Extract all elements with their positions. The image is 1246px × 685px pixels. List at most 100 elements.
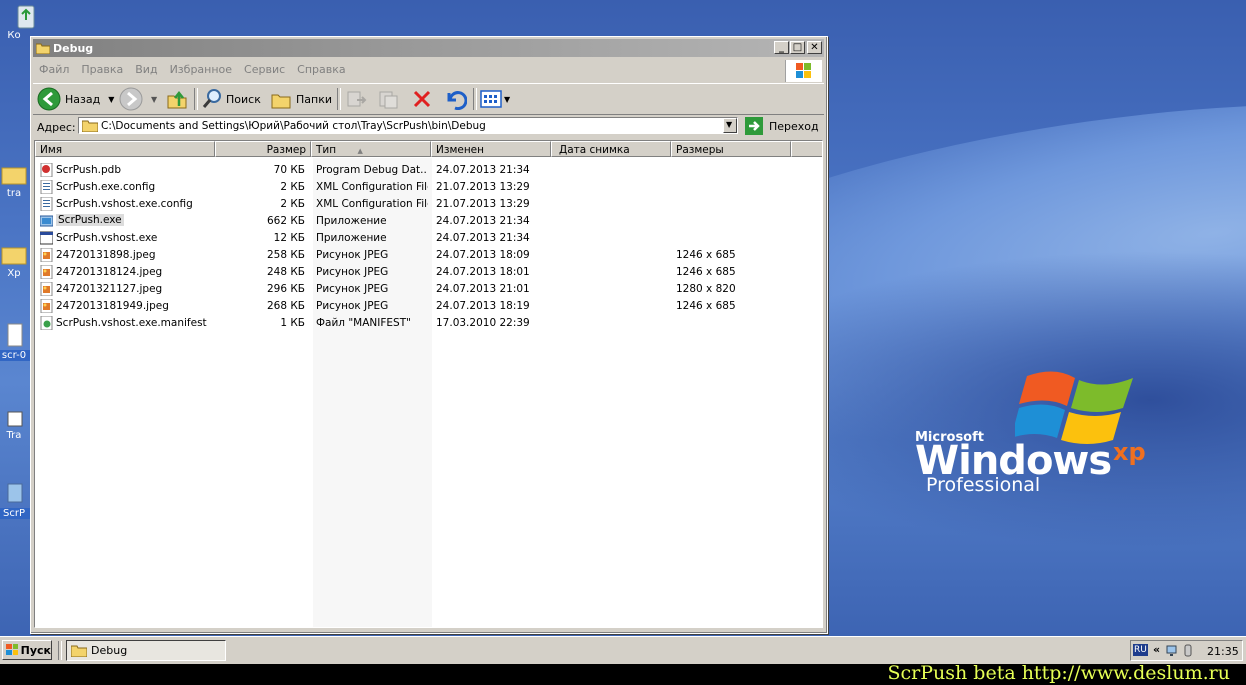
file-row[interactable]: ScrPush.vshost.exe.config 2 КБ XML Configu… (35, 196, 822, 213)
file-size: 662 КБ (266, 215, 305, 227)
column-header-name[interactable]: Имя (35, 141, 215, 157)
desktop-icon-label: tra (6, 188, 22, 199)
toolbar-separator (337, 88, 341, 110)
network-icon[interactable] (1166, 644, 1178, 660)
menu-view[interactable]: Вид (129, 59, 163, 80)
jpeg-file-icon (40, 298, 53, 314)
file-row[interactable]: ScrPush.vshost.exe 12 КБ Приложение 24.07.2… (35, 230, 822, 247)
menu-help[interactable]: Справка (291, 59, 351, 80)
folders-button[interactable]: Папки (270, 87, 332, 111)
watermark-strip: ScrPush beta http://www.deslum.ru (0, 662, 1246, 685)
language-indicator[interactable]: RU (1133, 644, 1148, 656)
menu-bar: Файл Правка Вид Избранное Сервис Справка (33, 59, 824, 82)
jpeg-file-icon (40, 247, 53, 263)
menu-file[interactable]: Файл (33, 59, 75, 80)
maximize-button[interactable]: □ (790, 41, 805, 54)
column-header-size[interactable]: Размер (215, 141, 311, 157)
windows-flag-icon (785, 60, 822, 82)
file-row[interactable]: ScrPush.exe 662 КБ Приложение 24.07.2013 21… (35, 213, 822, 230)
file-row[interactable]: ScrPush.vshost.exe.manifest 1 КБ Файл "MAN… (35, 315, 822, 332)
jpeg-file-icon (40, 264, 53, 280)
move-to-icon (347, 91, 367, 107)
application-icon (39, 214, 54, 228)
windows-xp-logo: Microsoft Windows xp Professional (915, 368, 1175, 508)
file-type: Файл "MANIFEST" (316, 317, 411, 329)
tray-expand-icon[interactable]: « (1153, 643, 1160, 656)
desktop-icon-file[interactable]: scr-0 (0, 322, 34, 361)
title-bar[interactable]: Debug _ □ ✕ (33, 39, 824, 57)
folder-icon (82, 120, 98, 132)
file-list[interactable]: Имя Размер Тип ▲ Изменен Дата снимка Раз… (34, 140, 823, 628)
desktop-icon-app[interactable]: ScrP (0, 480, 34, 519)
column-header-row: Имя Размер Тип ▲ Изменен Дата снимка Раз… (35, 141, 822, 158)
file-row[interactable]: ScrPush.pdb 70 КБ Program Debug Dat... 24.0… (35, 162, 822, 179)
file-modified: 24.07.2013 21:01 (436, 283, 530, 295)
address-input[interactable]: C:\Documents and Settings\Юрий\Рабочий с… (78, 117, 738, 134)
pdb-file-icon (40, 162, 53, 178)
go-label: Переход (769, 119, 819, 133)
file-modified: 24.07.2013 18:09 (436, 249, 530, 261)
chevron-down-icon: ▼ (726, 120, 733, 129)
safely-remove-icon[interactable] (1182, 644, 1194, 660)
file-type: XML Configuration File (316, 198, 428, 210)
toolbar: Назад ▼ ▼ Поиск Папки ▼ (33, 83, 824, 115)
folders-icon (271, 94, 291, 109)
chevron-down-icon[interactable]: ▼ (151, 95, 157, 104)
start-label: Пуск (20, 643, 51, 657)
desktop-icon-label: scr-0 (0, 350, 34, 361)
desktop-icon-folder-2[interactable]: Хр (0, 240, 34, 279)
chevron-down-icon[interactable]: ▼ (504, 95, 510, 104)
clock[interactable]: 21:35 (1207, 645, 1239, 658)
sort-arrow-icon: ▲ (357, 147, 363, 155)
column-header-modified[interactable]: Изменен (431, 141, 551, 157)
desktop-icon-folder[interactable]: tra (0, 160, 34, 199)
file-modified: 21.07.2013 13:29 (436, 198, 530, 210)
back-button[interactable]: Назад ▼ (37, 87, 114, 111)
views-button[interactable]: ▼ (480, 87, 510, 111)
address-label: Адрес: (37, 121, 76, 134)
search-button[interactable]: Поиск (201, 87, 261, 111)
forward-button[interactable]: ▼ (119, 87, 157, 111)
file-row[interactable]: 247201318124.jpeg 248 КБ Рисунок JPEG 24.07… (35, 264, 822, 281)
go-button[interactable]: Переход (745, 116, 823, 136)
desktop-icon-shortcut[interactable]: Tra (0, 402, 34, 441)
up-folder-icon (167, 90, 187, 109)
menu-tools[interactable]: Сервис (238, 59, 291, 80)
move-to-button[interactable] (345, 87, 367, 111)
menu-edit[interactable]: Правка (75, 59, 129, 80)
column-header-type[interactable]: Тип ▲ (311, 141, 431, 157)
shortcut-icon (0, 402, 28, 430)
start-button[interactable]: Пуск (2, 640, 52, 660)
delete-x-icon (413, 90, 431, 108)
column-header-photo-date[interactable]: Дата снимка (551, 141, 671, 157)
desktop-icon-label: Хр (7, 268, 21, 279)
taskbar-button-debug[interactable]: Debug (66, 640, 226, 661)
copy-to-button[interactable] (377, 87, 399, 111)
file-type: Program Debug Dat... (316, 164, 428, 176)
undo-button[interactable] (443, 87, 467, 111)
back-label: Назад (65, 92, 101, 106)
minimize-button[interactable]: _ (774, 41, 789, 54)
file-row[interactable]: 2472013181949.jpeg 268 КБ Рисунок JPEG 24.0… (35, 298, 822, 315)
folders-label: Папки (296, 92, 332, 106)
folder-icon (0, 160, 28, 188)
file-name: 247201321127.jpeg (56, 283, 163, 295)
file-row[interactable]: ScrPush.exe.config 2 КБ XML Configuration … (35, 179, 822, 196)
address-dropdown-button[interactable]: ▼ (723, 118, 737, 133)
chevron-down-icon[interactable]: ▼ (108, 95, 114, 104)
toolbar-separator (194, 88, 198, 110)
delete-button[interactable] (411, 87, 433, 111)
file-name: ScrPush.pdb (56, 164, 122, 176)
file-row[interactable]: 24720131898.jpeg 258 КБ Рисунок JPEG 24.07.… (35, 247, 822, 264)
file-size: 296 КБ (266, 283, 305, 295)
file-type: XML Configuration File (316, 181, 428, 193)
column-header-dimensions[interactable]: Размеры (671, 141, 791, 157)
close-button[interactable]: ✕ (807, 41, 822, 54)
up-folder-button[interactable] (166, 87, 188, 111)
menu-favorites[interactable]: Избранное (164, 59, 238, 80)
xp-text: xp (1113, 438, 1146, 466)
folder-icon (35, 42, 51, 57)
toolbar-separator (473, 88, 477, 110)
file-row[interactable]: 247201321127.jpeg 296 КБ Рисунок JPEG 24.07… (35, 281, 822, 298)
file-size: 2 КБ (280, 198, 305, 210)
